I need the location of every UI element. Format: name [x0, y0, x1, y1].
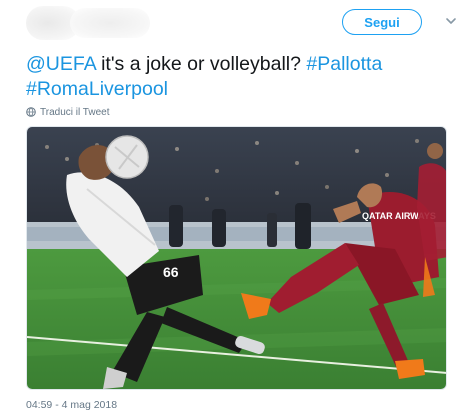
ball	[105, 135, 149, 179]
mention-link[interactable]: @UEFA	[26, 53, 96, 75]
football-match-photo: 66 QATAR AIRWAYS	[27, 127, 446, 389]
chevron-down-icon[interactable]	[444, 14, 458, 28]
tweet-text: @UEFA it's a joke or volleyball? #Pallot…	[26, 52, 446, 102]
translate-tweet[interactable]: Traduci il Tweet	[26, 105, 109, 119]
staff-silhouette	[169, 205, 183, 247]
tweet-photo[interactable]: 66 QATAR AIRWAYS	[26, 126, 447, 390]
tweet-body-text: it's a joke or volleyball?	[95, 53, 307, 75]
tweet-timestamp[interactable]: 04:59 - 4 mag 2018	[26, 399, 117, 411]
hashtag-pallotta[interactable]: #Pallotta	[306, 53, 382, 75]
hashtag-romaliverpool[interactable]: #RomaLiverpool	[26, 78, 168, 100]
follow-button[interactable]: Segui	[342, 9, 422, 35]
globe-icon	[26, 107, 36, 117]
shirt-number: 66	[163, 264, 179, 280]
translate-label: Traduci il Tweet	[40, 106, 110, 118]
tweet-header: Segui	[0, 0, 472, 44]
author-name-blurred[interactable]	[70, 8, 150, 38]
